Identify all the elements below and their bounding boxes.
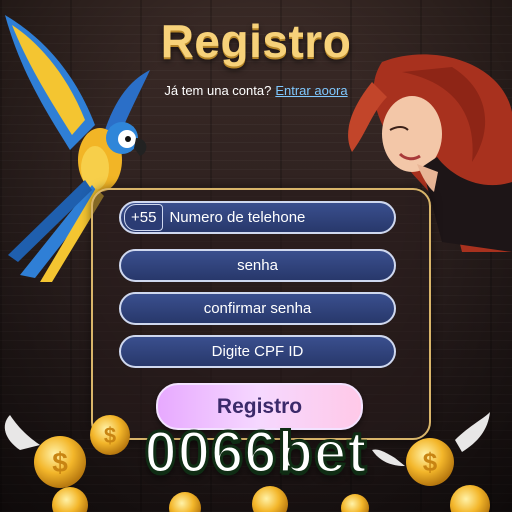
winged-coin-icon: [450, 485, 490, 512]
password-field[interactable]: senha: [119, 249, 396, 282]
confirm-password-placeholder: confirmar senha: [203, 300, 312, 317]
winged-coin-icon: [52, 486, 369, 512]
login-prompt: Já tem una conta? Entrar aoora: [0, 83, 512, 98]
phone-field[interactable]: +55 Numero de telehone: [119, 201, 396, 234]
cpf-field[interactable]: Digite CPF ID: [119, 335, 396, 368]
account-question-text: Já tem una conta?: [164, 83, 272, 98]
confirm-password-field[interactable]: confirmar senha: [119, 292, 396, 325]
login-link[interactable]: Entrar aoora: [275, 83, 347, 98]
password-placeholder: senha: [237, 257, 278, 274]
brand-logo-text: 0066bet: [143, 419, 368, 487]
page-title: Registro: [160, 15, 352, 67]
cpf-placeholder: Digite CPF ID: [211, 343, 304, 360]
phone-placeholder: Numero de telehone: [169, 209, 306, 226]
country-code-prefix[interactable]: +55: [124, 204, 164, 231]
